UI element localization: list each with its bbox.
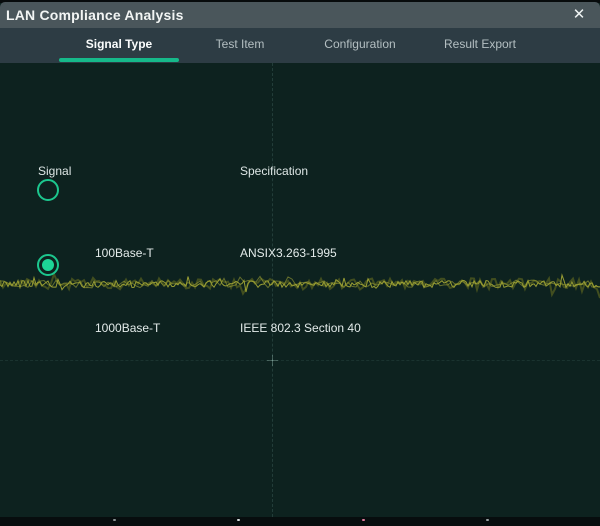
tab-bar: Signal Type Test Item Configuration Resu… [0, 28, 600, 63]
radio-100base-t[interactable] [37, 179, 59, 201]
tab-test-item-label: Test Item [216, 28, 265, 61]
tab-signal-type-label: Signal Type [86, 28, 152, 61]
grid-center-tick-horizontal [267, 360, 278, 361]
bottom-tick-1 [237, 519, 240, 521]
tab-result-export[interactable]: Result Export [420, 28, 540, 63]
tab-signal-type[interactable]: Signal Type [59, 28, 179, 63]
bottom-tick-3 [486, 519, 489, 521]
column-header-specification: Specification [240, 164, 308, 178]
tab-configuration-label: Configuration [324, 28, 395, 61]
active-tab-underline [59, 58, 179, 62]
column-header-signal: Signal [38, 164, 71, 178]
bottom-tick-2 [362, 519, 365, 521]
spec-label-1000base-t: IEEE 802.3 Section 40 [240, 321, 361, 335]
screen-bottom-bar [0, 517, 600, 526]
tab-test-item[interactable]: Test Item [180, 28, 300, 63]
waveform-trace [0, 273, 600, 299]
spec-label-100base-t: ANSIX3.263-1995 [240, 246, 337, 260]
bottom-tick-0 [113, 519, 116, 521]
dialog-body: Signal Specification 100Base-T ANSIX3.26… [0, 63, 600, 517]
signal-label-100base-t: 100Base-T [95, 246, 154, 260]
lan-compliance-dialog: LAN Compliance Analysis ✕ Signal Type Te… [0, 0, 600, 526]
signal-label-1000base-t: 1000Base-T [95, 321, 160, 335]
radio-1000base-t[interactable] [37, 254, 59, 276]
dialog-titlebar: LAN Compliance Analysis ✕ [0, 2, 600, 28]
close-icon[interactable]: ✕ [568, 2, 590, 28]
tab-result-export-label: Result Export [444, 28, 516, 61]
tab-configuration[interactable]: Configuration [300, 28, 420, 63]
dialog-title: LAN Compliance Analysis [6, 2, 184, 28]
grid-horizontal-line [0, 360, 600, 361]
